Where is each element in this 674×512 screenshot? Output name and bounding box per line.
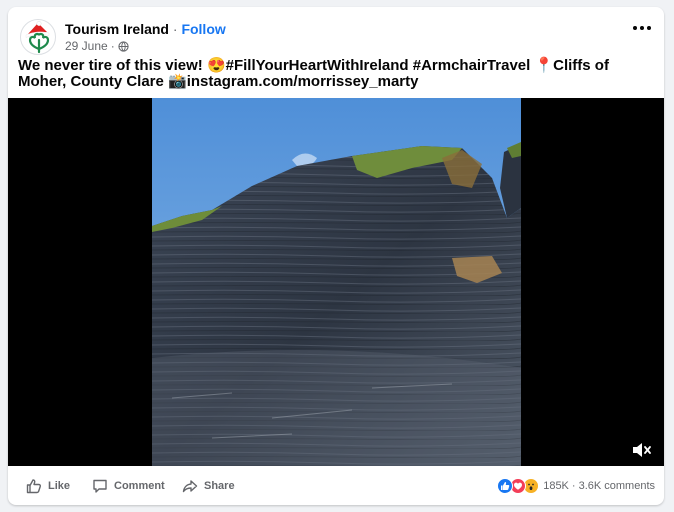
post-card: Tourism Ireland · Follow 29 June · We ne… (8, 7, 664, 505)
post-meta: 29 June · (65, 39, 129, 53)
comments-count-link[interactable]: 3.6K comments (579, 480, 655, 492)
share-button[interactable]: Share (182, 476, 235, 496)
comment-bubble-icon (93, 479, 107, 493)
reaction-separator: · (571, 480, 576, 492)
video-player[interactable] (8, 98, 664, 466)
reaction-count[interactable]: 185K (543, 480, 569, 492)
video-frame[interactable] (152, 98, 521, 466)
thumbs-up-icon (26, 479, 42, 494)
globe-icon (118, 40, 129, 52)
more-dots-icon (633, 26, 637, 30)
like-label: Like (48, 480, 71, 492)
reactions-summary: 185K · 3.6K comments (497, 476, 655, 496)
post-message: We never tire of this view! 😍#FillYourHe… (18, 57, 609, 90)
post-footer: Like Comment Share 185K · 3.6K comments (8, 466, 664, 505)
wow-face-glyph (528, 483, 535, 490)
date-separator: · (110, 39, 115, 53)
page-name-link[interactable]: Tourism Ireland (65, 21, 169, 37)
post-author-line: Tourism Ireland · Follow (65, 21, 226, 37)
like-button[interactable]: Like (26, 476, 70, 496)
comment-label: Comment (114, 480, 165, 492)
follow-button[interactable]: Follow (181, 21, 225, 37)
share-label: Share (204, 480, 235, 492)
muted-speaker-icon[interactable] (630, 440, 654, 460)
more-options-button[interactable] (630, 20, 654, 36)
post-header: Tourism Ireland · Follow 29 June · (8, 7, 664, 57)
page-avatar[interactable] (20, 19, 56, 55)
like-reaction-glyph (501, 482, 510, 490)
more-dots-icon (647, 26, 651, 30)
share-arrow-icon (182, 480, 198, 493)
author-separator: · (172, 21, 178, 37)
like-reaction-icon[interactable] (497, 478, 514, 494)
cliff-video-still (152, 98, 521, 466)
post-date-link[interactable]: 29 June (65, 39, 108, 53)
more-dots-icon (640, 26, 644, 30)
heart-reaction-glyph (514, 482, 523, 490)
shamrock-logo-icon (25, 21, 50, 54)
comment-button[interactable]: Comment (92, 476, 165, 496)
